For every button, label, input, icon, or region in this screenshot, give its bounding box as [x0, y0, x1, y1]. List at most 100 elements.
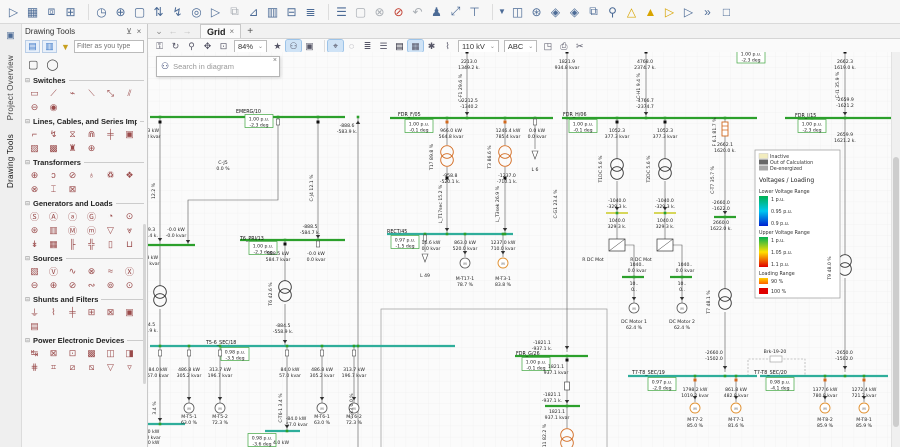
zoom-icon[interactable]: ⚲ [184, 40, 199, 52]
search-placeholder[interactable]: Search in diagram [173, 62, 275, 71]
palette-icon[interactable]: ╬ [82, 237, 101, 251]
palette-icon[interactable]: ⊖ [25, 100, 44, 114]
separator[interactable] [83, 4, 89, 20]
device-temp-icon[interactable]: ⌇ [440, 40, 455, 52]
palette-icon[interactable]: ⏚ [25, 305, 44, 319]
pages-icon[interactable]: ⊟ [282, 3, 301, 21]
palette-icon[interactable]: ⊕ [82, 141, 101, 155]
library-icon[interactable]: ▥ [263, 3, 282, 21]
node[interactable] [735, 375, 738, 378]
shield-copy-icon[interactable]: ◈ [565, 3, 584, 21]
phase-combo[interactable]: ABC ⌄ [504, 40, 537, 53]
palette-icon[interactable]: ⊖ [25, 278, 44, 292]
palette-icon[interactable]: ⤡ [101, 86, 120, 100]
palette-icon[interactable]: ⊡ [63, 346, 82, 360]
palette-icon[interactable]: ⊗ [82, 264, 101, 278]
node[interactable] [616, 117, 619, 120]
node[interactable] [533, 119, 536, 125]
palette-icon[interactable]: ▽ [101, 223, 120, 237]
palette-icon[interactable]: ▿ [120, 360, 139, 374]
palette-icon[interactable]: ↯ [44, 127, 63, 141]
palette-icon[interactable]: ⊞ [82, 305, 101, 319]
node[interactable] [286, 345, 289, 348]
rectifier-1[interactable] [609, 239, 625, 251]
palette-icon[interactable]: ⓜ [82, 223, 101, 237]
node[interactable] [188, 345, 191, 348]
find-in-diagram-icon[interactable]: ⚇ [286, 40, 301, 52]
node[interactable] [735, 379, 738, 382]
layer-stack-icon[interactable]: ▤ [392, 40, 407, 52]
palette-icon[interactable]: ▩ [82, 346, 101, 360]
palette-icon[interactable]: ❖ [120, 168, 139, 182]
node[interactable] [566, 405, 569, 408]
node[interactable] [464, 233, 467, 236]
color-settings-icon[interactable]: ✱ [424, 40, 439, 52]
palette-icon[interactable]: ▭ [25, 86, 44, 100]
tab-grid[interactable]: Grid × [200, 24, 241, 38]
node[interactable] [159, 345, 162, 348]
palette-icon[interactable]: Ⓜ [63, 223, 82, 237]
lock-icon[interactable]: ⚿ [152, 40, 167, 52]
stop-icon[interactable]: □ [717, 3, 736, 21]
node[interactable] [446, 121, 449, 124]
node[interactable] [724, 117, 727, 120]
palette-icon[interactable]: ▥ [44, 223, 63, 237]
network-model-manager-icon[interactable]: ⧈ [42, 3, 61, 21]
palette-icon[interactable]: ⧅ [82, 360, 101, 374]
node[interactable] [844, 117, 847, 120]
layer-visibility-icon[interactable]: ▦ [408, 40, 423, 52]
shield-pair-icon[interactable]: ⧉ [584, 3, 603, 21]
palette-icon[interactable]: ≈ [101, 264, 120, 278]
node[interactable] [317, 121, 320, 124]
fuse-f6-1[interactable] [722, 122, 728, 136]
maximize-icon[interactable]: ⤢ [446, 3, 465, 21]
node[interactable] [844, 52, 847, 54]
palette-icon[interactable]: ⌗ [44, 360, 63, 374]
node[interactable] [159, 121, 162, 124]
node[interactable] [321, 345, 324, 348]
separator[interactable] [487, 4, 493, 20]
fast-forward-icon[interactable]: » [698, 3, 717, 21]
palette-icon[interactable]: ▩ [44, 141, 63, 155]
calculate-icon[interactable]: ↯ [168, 3, 187, 21]
marker-icon[interactable]: ◎ [187, 3, 206, 21]
collapse-icon[interactable]: ⊟ [25, 200, 30, 207]
palette-icon[interactable]: ⊗ [25, 182, 44, 196]
dropdown-icon[interactable]: ▼ [496, 3, 508, 21]
pin-icon[interactable]: ⊻ [124, 27, 134, 36]
export-image-icon[interactable]: ◳ [540, 40, 555, 52]
diagram-options-icon[interactable]: ⊞ [61, 3, 80, 21]
palette-icon[interactable]: ⩔ [120, 223, 139, 237]
node[interactable] [284, 243, 287, 246]
rotate-icon[interactable]: ↻ [168, 40, 183, 52]
close-icon[interactable]: × [134, 27, 144, 36]
palette-icon[interactable]: ▤ [25, 319, 44, 333]
print-icon[interactable]: ⎙ [556, 40, 571, 52]
palette-icon[interactable]: ╪ [63, 305, 82, 319]
panel-scrollbar[interactable] [143, 224, 146, 384]
node[interactable] [566, 52, 569, 54]
separator[interactable] [320, 40, 325, 52]
circle-shape-icon[interactable]: ◯ [46, 58, 58, 71]
palette-icon[interactable]: ⊠ [44, 346, 63, 360]
node[interactable] [353, 345, 356, 348]
view-list-icon[interactable]: ▥ [42, 40, 57, 53]
palette-icon[interactable]: ⫽ [120, 86, 139, 100]
node[interactable] [694, 379, 697, 382]
palette-icon[interactable]: ⊔ [120, 237, 139, 251]
voltage-combo[interactable]: 110 kV ⌄ [458, 40, 499, 53]
scrollbar-thumb[interactable] [893, 157, 899, 427]
user-icon[interactable]: ♟ [427, 3, 446, 21]
palette-icon[interactable]: ∿ [63, 264, 82, 278]
palette-icon[interactable]: ↄ [44, 168, 63, 182]
palette-icon[interactable]: ▯ [101, 237, 120, 251]
palette-icon[interactable]: ∾ [82, 278, 101, 292]
run-icon[interactable]: ▷ [679, 3, 698, 21]
separator[interactable] [323, 4, 329, 20]
palette-icon[interactable]: ⊙ [120, 278, 139, 292]
annotation-icon[interactable]: ▣ [302, 40, 317, 52]
palette-icon[interactable]: ◉ [44, 100, 63, 114]
sidebar-tab-project-overview[interactable]: Project Overview [6, 55, 15, 120]
warning-icon[interactable]: △ [622, 3, 641, 21]
node[interactable] [633, 276, 636, 279]
